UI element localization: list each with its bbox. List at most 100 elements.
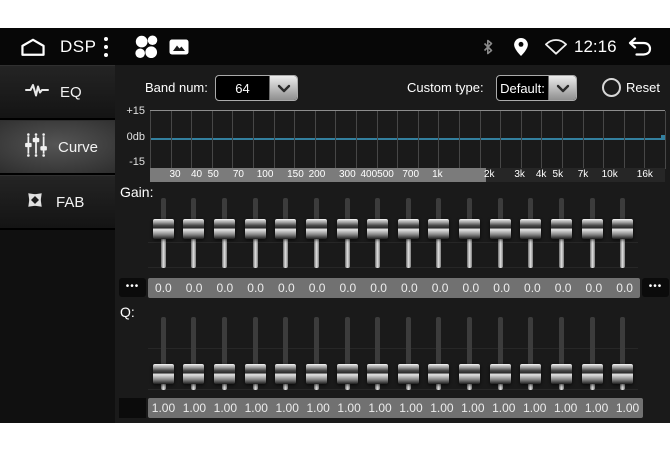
gain-slider[interactable] xyxy=(577,198,608,268)
location-icon[interactable] xyxy=(514,28,528,65)
gain-slider[interactable] xyxy=(516,198,547,268)
reset-radio[interactable] xyxy=(602,78,621,97)
gain-slider-thumb[interactable] xyxy=(398,219,419,239)
q-slider[interactable] xyxy=(516,317,547,390)
gain-slider-thumb[interactable] xyxy=(214,219,235,239)
gain-slider[interactable] xyxy=(393,198,424,268)
gain-slider-thumb[interactable] xyxy=(275,219,296,239)
gain-band xyxy=(485,198,516,268)
gridline xyxy=(438,111,439,169)
q-slider-thumb[interactable] xyxy=(490,364,511,384)
q-slider[interactable] xyxy=(577,317,608,390)
q-slider-thumb[interactable] xyxy=(245,364,266,384)
q-slider-thumb[interactable] xyxy=(582,364,603,384)
q-band xyxy=(148,317,179,390)
gain-slider-thumb[interactable] xyxy=(153,219,174,239)
q-slider-thumb[interactable] xyxy=(551,364,572,384)
q-slider-thumb[interactable] xyxy=(306,364,327,384)
gain-sliders xyxy=(148,198,638,268)
gain-slider[interactable] xyxy=(362,198,393,268)
q-slider-thumb[interactable] xyxy=(153,364,174,384)
q-slider-thumb[interactable] xyxy=(367,364,388,384)
q-slider[interactable] xyxy=(209,317,240,390)
q-slider-thumb[interactable] xyxy=(275,364,296,384)
gain-slider[interactable] xyxy=(148,198,179,268)
q-slider[interactable] xyxy=(179,317,210,390)
custom-type-dropdown[interactable]: Default: xyxy=(496,75,577,101)
sidebar-item-label: EQ xyxy=(60,84,82,101)
gain-slider-thumb[interactable] xyxy=(459,219,480,239)
sidebar-item-eq[interactable]: EQ xyxy=(0,65,115,120)
q-slider[interactable] xyxy=(240,317,271,390)
q-slider[interactable] xyxy=(424,317,455,390)
gain-slider[interactable] xyxy=(546,198,577,268)
freq-label: 700 xyxy=(398,168,424,182)
gain-slider[interactable] xyxy=(209,198,240,268)
q-slider-thumb[interactable] xyxy=(459,364,480,384)
q-slider[interactable] xyxy=(485,317,516,390)
gain-slider-thumb[interactable] xyxy=(428,219,449,239)
gain-band xyxy=(148,198,179,268)
gain-slider[interactable] xyxy=(301,198,332,268)
gain-slider[interactable] xyxy=(424,198,455,268)
gain-scroll-right-button[interactable]: ••• xyxy=(642,278,669,297)
reset-label: Reset xyxy=(626,80,660,95)
q-slider-thumb[interactable] xyxy=(520,364,541,384)
q-slider[interactable] xyxy=(332,317,363,390)
gain-slider-thumb[interactable] xyxy=(551,219,572,239)
q-value: 1.00 xyxy=(519,398,550,418)
gain-slider-thumb[interactable] xyxy=(612,219,633,239)
q-slider-thumb[interactable] xyxy=(428,364,449,384)
q-slider[interactable] xyxy=(271,317,302,390)
gridline xyxy=(644,111,645,169)
q-slider[interactable] xyxy=(546,317,577,390)
sidebar-item-curve[interactable]: Curve xyxy=(0,120,115,175)
gain-slider-thumb[interactable] xyxy=(183,219,204,239)
gridline xyxy=(315,111,316,169)
gain-band xyxy=(271,198,302,268)
back-icon[interactable] xyxy=(626,28,654,65)
gain-scroll-left-button[interactable]: ••• xyxy=(119,278,146,297)
gain-slider[interactable] xyxy=(271,198,302,268)
q-slider[interactable] xyxy=(607,317,638,390)
gain-slider[interactable] xyxy=(454,198,485,268)
gain-slider-thumb[interactable] xyxy=(582,219,603,239)
band-num-dropdown[interactable]: 64 xyxy=(215,75,298,101)
gain-slider-thumb[interactable] xyxy=(490,219,511,239)
gain-slider-thumb[interactable] xyxy=(245,219,266,239)
clock-time: 12:16 xyxy=(574,28,617,65)
gridline xyxy=(541,111,542,169)
gain-slider[interactable] xyxy=(485,198,516,268)
q-slider-thumb[interactable] xyxy=(214,364,235,384)
q-slider[interactable] xyxy=(148,317,179,390)
q-slider[interactable] xyxy=(393,317,424,390)
gain-slider[interactable] xyxy=(240,198,271,268)
bluetooth-icon[interactable] xyxy=(482,28,494,65)
q-slider[interactable] xyxy=(301,317,332,390)
gain-slider[interactable] xyxy=(179,198,210,268)
wifi-icon[interactable] xyxy=(544,28,568,65)
apps-clover-icon[interactable] xyxy=(132,28,160,65)
q-slider-thumb[interactable] xyxy=(183,364,204,384)
q-slider[interactable] xyxy=(454,317,485,390)
gain-slider[interactable] xyxy=(332,198,363,268)
gain-slider[interactable] xyxy=(607,198,638,268)
gain-band xyxy=(332,198,363,268)
chevron-down-icon[interactable] xyxy=(548,76,576,100)
freq-label: 100 xyxy=(252,168,278,182)
overflow-menu-icon[interactable] xyxy=(103,28,109,65)
gain-slider-thumb[interactable] xyxy=(306,219,327,239)
q-slider[interactable] xyxy=(362,317,393,390)
q-slider-thumb[interactable] xyxy=(612,364,633,384)
gain-value: 0.0 xyxy=(609,278,640,298)
gain-slider-thumb[interactable] xyxy=(367,219,388,239)
home-icon[interactable] xyxy=(18,28,48,65)
gain-slider-thumb[interactable] xyxy=(337,219,358,239)
gallery-icon[interactable] xyxy=(169,28,189,65)
sidebar-item-fab[interactable]: FAB xyxy=(0,175,115,230)
gridline xyxy=(665,111,666,169)
gain-slider-thumb[interactable] xyxy=(520,219,541,239)
q-slider-thumb[interactable] xyxy=(337,364,358,384)
chevron-down-icon[interactable] xyxy=(269,76,297,100)
q-slider-thumb[interactable] xyxy=(398,364,419,384)
